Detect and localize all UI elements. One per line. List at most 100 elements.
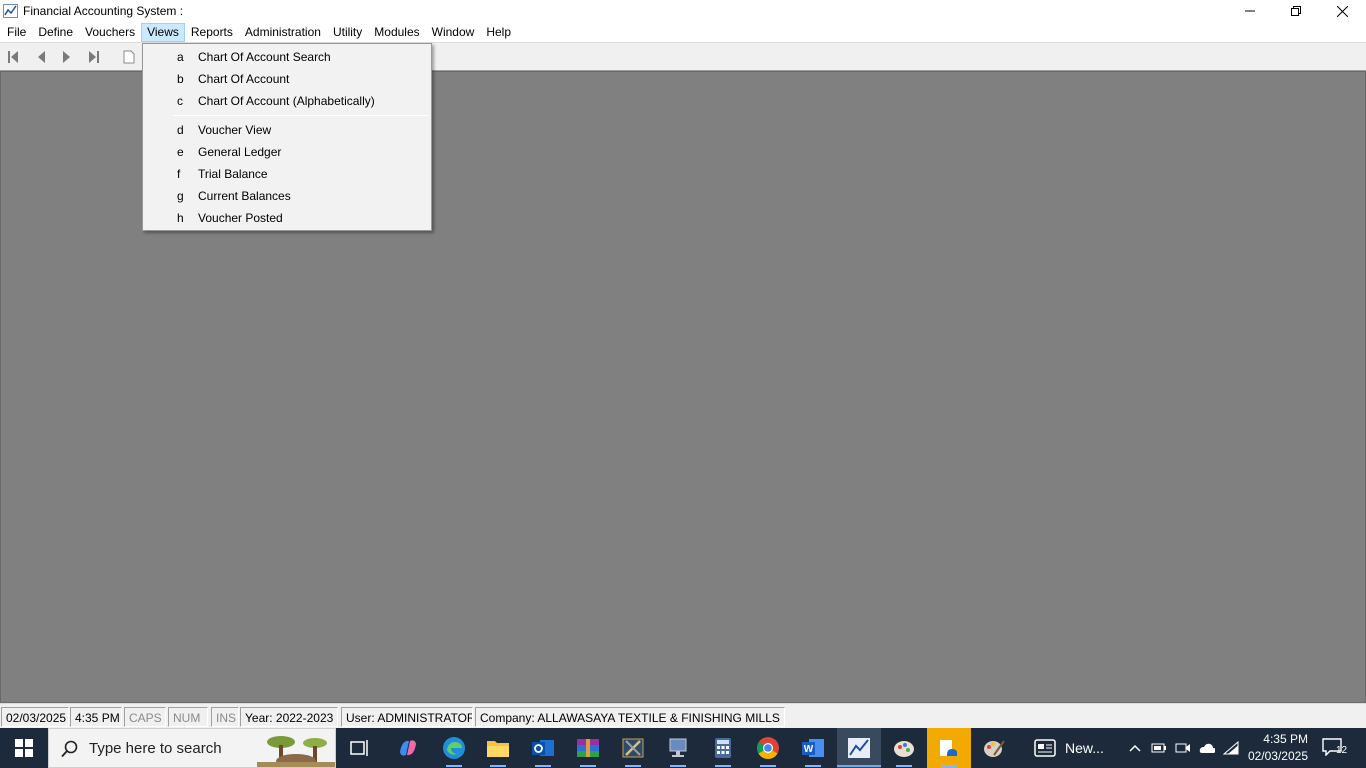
close-button[interactable] [1319,0,1365,22]
menu-item-trial-balance[interactable]: f Trial Balance [143,163,431,185]
menu-utility[interactable]: Utility [327,23,368,42]
battery-button[interactable] [1151,740,1167,756]
menu-file[interactable]: File [1,23,32,42]
app-chart-icon [3,4,18,18]
window-title: Financial Accounting System : [23,4,184,18]
financial-accounting-button[interactable] [837,728,881,768]
palette-brush-icon [984,740,1005,757]
previous-record-icon [38,51,45,63]
menu-views[interactable]: Views [141,22,185,42]
last-record-icon [89,51,99,63]
status-ins: INS [211,707,239,727]
paint-app-button[interactable] [882,728,926,768]
title-bar: Financial Accounting System : [0,0,1366,22]
start-button[interactable] [0,728,48,768]
notification-center-button[interactable]: 12 [1322,738,1350,758]
computer-network-icon [669,738,687,757]
battery-icon [1151,743,1166,753]
calculator-icon [715,738,731,758]
chrome-button[interactable] [746,728,790,768]
minimize-button[interactable] [1227,0,1273,22]
next-record-button[interactable] [59,49,75,65]
news-label: New... [1065,740,1104,756]
word-button[interactable]: W [791,728,835,768]
last-record-button[interactable] [86,49,102,65]
menu-window[interactable]: Window [426,23,481,42]
file-explorer-button[interactable] [476,728,520,768]
task-view-button[interactable] [338,728,382,768]
new-document-button[interactable] [121,49,137,65]
notification-count: 12 [1336,745,1348,756]
menu-bar: File Define Vouchers Views Reports Admin… [0,22,1366,43]
status-caps: CAPS [124,707,166,727]
tools-app-button[interactable] [611,728,655,768]
menu-item-voucher-posted[interactable]: h Voucher Posted [143,207,431,229]
status-year: Year: 2022-2023 [240,707,338,727]
restore-icon [1291,6,1301,16]
menu-item-chart-of-account-alphabetically[interactable]: c Chart Of Account (Alphabetically) [143,90,431,112]
news-widget[interactable]: New... [1030,728,1110,768]
chrome-browser-icon [757,737,779,759]
chevron-up-icon [1129,744,1141,752]
search-highlight-illustration-icon [257,736,335,767]
meet-now-button[interactable] [1175,740,1191,756]
menu-item-key: d [177,123,184,137]
edge-button[interactable] [432,728,476,768]
taskbar-search-box[interactable]: Type here to search [48,728,336,768]
copilot-button[interactable] [386,728,430,768]
onedrive-button[interactable] [1199,740,1215,756]
file-manager-button[interactable] [927,728,971,768]
svg-text:W: W [804,744,814,755]
menu-item-label: General Ledger [198,145,282,159]
taskbar: Type here to search W New... 4:35 PM 02/… [0,728,1366,768]
status-num: NUM [168,707,208,727]
camera-icon [1175,743,1190,753]
paint-palette-icon [894,741,914,757]
menu-item-current-balances[interactable]: g Current Balances [143,185,431,207]
menu-item-chart-of-account[interactable]: b Chart Of Account [143,68,431,90]
search-placeholder: Type here to search [89,740,222,757]
menu-separator [173,115,429,116]
status-date: 02/03/2025 [1,707,69,727]
menu-item-voucher-view[interactable]: d Voucher View [143,119,431,141]
status-time: 4:35 PM [70,707,122,727]
remote-desktop-button[interactable] [656,728,700,768]
menu-item-key: a [177,50,184,64]
clock-time[interactable]: 4:35 PM [1250,732,1308,746]
menu-item-chart-of-account-search[interactable]: a Chart Of Account Search [143,46,431,68]
previous-record-button[interactable] [33,49,49,65]
menu-vouchers[interactable]: Vouchers [79,23,141,42]
paint-brush-app-button[interactable] [972,728,1016,768]
views-dropdown-menu: a Chart Of Account Search b Chart Of Acc… [142,43,432,231]
edge-browser-icon [443,737,465,759]
menu-modules[interactable]: Modules [368,23,425,42]
clock-date[interactable]: 02/03/2025 [1246,749,1308,763]
first-record-button[interactable] [5,49,21,65]
tools-icon [622,738,644,758]
menu-administration[interactable]: Administration [239,23,327,42]
restore-button[interactable] [1273,0,1319,22]
close-icon [1336,5,1348,17]
menu-item-label: Chart Of Account Search [198,50,331,64]
menu-item-key: f [177,167,181,181]
menu-item-key: c [177,94,183,108]
calculator-button[interactable] [701,728,745,768]
windows-logo-icon [15,739,33,757]
menu-item-general-ledger[interactable]: e General Ledger [143,141,431,163]
winrar-archive-icon [577,739,599,757]
menu-item-key: e [177,145,184,159]
status-company: Company: ALLAWASAYA TEXTILE & FINISHING … [475,707,785,727]
show-hidden-icons-button[interactable] [1127,740,1143,756]
menu-reports[interactable]: Reports [185,23,239,42]
menu-help[interactable]: Help [480,23,517,42]
first-record-icon [8,51,18,63]
minimize-icon [1245,10,1255,12]
copilot-icon [400,740,416,756]
network-button[interactable] [1223,740,1239,756]
search-icon [61,740,78,758]
menu-define[interactable]: Define [32,23,79,42]
outlook-button[interactable] [521,728,565,768]
winrar-button[interactable] [566,728,610,768]
menu-item-key: h [177,211,184,225]
wifi-icon [1223,741,1239,755]
